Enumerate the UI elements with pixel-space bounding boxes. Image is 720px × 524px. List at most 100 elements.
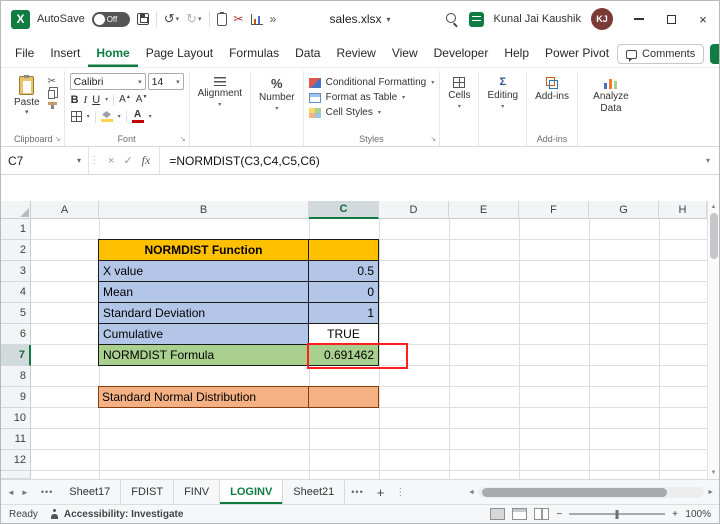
number-button[interactable]: % Number ▾ [256, 73, 298, 131]
tab-formulas[interactable]: Formulas [221, 41, 287, 67]
fill-color-button[interactable] [100, 111, 113, 122]
zoom-slider[interactable] [569, 509, 666, 519]
shrink-font-button[interactable]: A ▼ [136, 94, 148, 105]
cell-b6[interactable]: Cumulative [99, 324, 309, 345]
addins-button[interactable]: Add-ins [532, 73, 572, 131]
row-header-2[interactable]: 2 [1, 240, 31, 261]
column-header-b[interactable]: B [99, 201, 309, 219]
formula-input[interactable]: =NORMDIST(C3,C4,C5,C6) [160, 147, 697, 174]
search-icon[interactable] [445, 12, 459, 26]
close-button[interactable]: × [687, 1, 719, 37]
save-button[interactable] [136, 13, 149, 25]
cell-c4[interactable]: 0 [309, 282, 379, 303]
expand-formula-bar-button[interactable]: ▾ [697, 147, 719, 174]
tab-file[interactable]: File [7, 41, 42, 67]
sheet-overflow-right[interactable]: ••• [345, 480, 369, 504]
column-header-e[interactable]: E [449, 201, 519, 219]
format-as-table-button[interactable]: Format as Table ▾ [308, 92, 435, 103]
name-box[interactable]: C7 ▾ [1, 147, 89, 174]
font-name-combo[interactable]: Calibri ▾ [69, 73, 146, 90]
scroll-up-icon[interactable]: ▲ [711, 201, 717, 213]
cell-c6[interactable]: TRUE [309, 324, 379, 345]
horizontal-scroll-thumb[interactable] [481, 487, 668, 497]
row-header-5[interactable]: 5 [1, 303, 31, 324]
tab-insert[interactable]: Insert [42, 41, 88, 67]
tab-view[interactable]: View [384, 41, 426, 67]
sheet-tab-sheet21[interactable]: Sheet21 [283, 480, 346, 504]
scroll-left-icon[interactable]: ◄ [468, 489, 475, 496]
row-header-12[interactable]: 12 [1, 450, 31, 471]
redo-button[interactable]: ↻ ▾ [186, 11, 201, 27]
cancel-entry-icon[interactable]: × [108, 155, 114, 167]
row-header-3[interactable]: 3 [1, 261, 31, 282]
column-header-c[interactable]: C [309, 201, 379, 219]
cell-styles-button[interactable]: Cell Styles ▾ [308, 107, 435, 118]
column-header-a[interactable]: A [31, 201, 99, 219]
cell-c9[interactable] [309, 387, 379, 408]
share-button[interactable]: ↗ [710, 44, 719, 64]
row-header-1[interactable]: 1 [1, 219, 31, 240]
tab-help[interactable]: Help [496, 41, 537, 67]
zoom-slider-thumb[interactable] [615, 509, 619, 519]
row-header-4[interactable]: 4 [1, 282, 31, 303]
accessibility-status[interactable]: Accessibility: Investigate [50, 509, 183, 520]
borders-icon[interactable] [70, 111, 82, 122]
cell-b9[interactable]: Standard Normal Distribution [99, 387, 309, 408]
formula-bar-drag-handle[interactable]: ⋮ [89, 147, 99, 174]
tab-home[interactable]: Home [88, 41, 137, 67]
sheet-tab-fdist[interactable]: FDIST [121, 480, 175, 504]
italic-button[interactable]: I [84, 94, 88, 106]
vertical-scrollbar[interactable]: ▲ ▼ [707, 201, 719, 479]
quick-access-chart-button[interactable] [250, 13, 263, 25]
tab-review[interactable]: Review [328, 41, 383, 67]
zoom-level[interactable]: 100% [685, 509, 711, 520]
grow-font-button[interactable]: A ▲ [119, 94, 131, 105]
minimize-button[interactable] [623, 1, 655, 37]
row-header-7[interactable]: 7 [1, 345, 31, 366]
undo-button[interactable]: ↺ ▾ [164, 11, 179, 27]
zoom-out-button[interactable]: − [556, 509, 562, 520]
cells-area[interactable]: NORMDIST Function X value 0.5 Mean 0 Sta… [31, 219, 707, 479]
cell-c2[interactable] [309, 240, 379, 261]
row-header-6[interactable]: 6 [1, 324, 31, 345]
row-header-8[interactable]: 8 [1, 366, 31, 387]
scroll-down-icon[interactable]: ▼ [711, 467, 717, 479]
document-title[interactable]: sales.xlsx ▾ [329, 12, 390, 26]
cut-button[interactable]: ✂ [48, 77, 57, 87]
quick-access-clipboard-button[interactable] [216, 11, 227, 26]
horizontal-scroll-track[interactable] [477, 486, 705, 498]
cell-b3[interactable]: X value [99, 261, 309, 282]
quick-access-overflow-button[interactable]: » [270, 12, 277, 26]
column-header-g[interactable]: G [589, 201, 659, 219]
column-header-f[interactable]: F [519, 201, 589, 219]
paste-button[interactable]: Paste ▾ [8, 73, 46, 131]
quick-access-cut-button[interactable]: ✂ [234, 12, 244, 26]
analyze-data-button[interactable]: Analyze Data [583, 73, 639, 131]
horizontal-scrollbar[interactable]: ◄ ► [463, 480, 719, 504]
cell-b7[interactable]: NORMDIST Formula [99, 345, 309, 366]
dialog-launcher-icon[interactable]: ↘ [55, 135, 61, 143]
row-header-9[interactable]: 9 [1, 387, 31, 408]
column-header-d[interactable]: D [379, 201, 449, 219]
copy-button[interactable] [47, 90, 57, 99]
sheet-overflow-left[interactable]: ••• [35, 480, 59, 504]
autosave-toggle[interactable]: Off [91, 11, 130, 27]
bold-button[interactable]: B [71, 94, 79, 106]
sheet-tab-loginv[interactable]: LOGINV [220, 480, 284, 504]
tab-page-layout[interactable]: Page Layout [138, 41, 221, 67]
page-layout-view-button[interactable] [512, 508, 528, 520]
dialog-launcher-icon[interactable]: ↘ [180, 135, 186, 143]
select-all-button[interactable] [1, 201, 31, 219]
underline-button[interactable]: U [92, 94, 100, 106]
confirm-entry-icon[interactable]: ✓ [123, 154, 132, 167]
zoom-in-button[interactable]: + [672, 509, 678, 520]
cells-button[interactable]: Cells ▾ [445, 73, 473, 131]
sheet-tab-finv[interactable]: FINV [174, 480, 221, 504]
cell-c3[interactable]: 0.5 [309, 261, 379, 282]
conditional-formatting-button[interactable]: Conditional Formatting ▾ [308, 77, 434, 88]
editing-button[interactable]: Σ Editing ▾ [484, 73, 521, 131]
scroll-right-icon[interactable]: ► [707, 489, 714, 496]
page-break-view-button[interactable] [534, 508, 550, 520]
cell-b2[interactable]: NORMDIST Function [99, 240, 309, 261]
avatar[interactable]: KJ [591, 8, 613, 30]
